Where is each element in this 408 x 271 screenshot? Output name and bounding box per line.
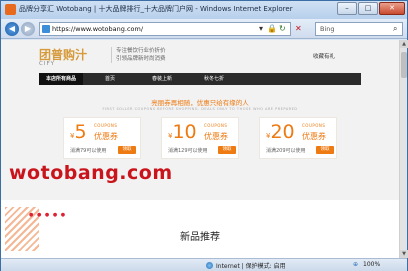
address-input[interactable]: https://www.wotobang.com/ [39,22,291,36]
site-slogan: 专注餐饮行业价折价 引领品牌新时尚消费 [111,47,166,63]
vertical-scrollbar[interactable]: ▲ ▼ [399,40,408,258]
refresh-icon[interactable]: ↻ [279,24,286,34]
site-header: 团普购汁 CIFY 专注餐饮行业价折价 引领品牌新时尚消费 [39,44,179,70]
slogan-line-1: 专注餐饮行业价折价 [116,48,166,54]
nav-home[interactable]: 首页 [85,73,135,85]
favorite-link[interactable]: 收藏有礼 [313,52,335,60]
coupon-label: COUPONS [302,123,326,128]
site-nav: 本店所有商品 首页 春装上新 秋冬七折 [39,73,361,85]
nav-autumn-sale[interactable]: 秋冬七折 [189,73,239,85]
coupon-amount: ¥20 [266,121,295,143]
coupon-card[interactable]: ¥10 COUPONS 优惠券 消满129可以使用 领取 [161,117,239,159]
coupon-banner-subtitle: FIRST SOLLER COUPONS BEFORE SHOPPING. DE… [102,107,298,111]
watermark-text: wotobang.com [9,162,173,184]
lock-icon[interactable]: 🔒 [267,24,277,34]
coupon-name: 优惠券 [302,132,326,141]
url-text: https://www.wotobang.com/ [52,25,144,33]
search-input[interactable]: Bing [315,22,403,36]
zoom-icon[interactable]: ⊕ [353,261,358,268]
scroll-down-arrow-icon[interactable]: ▼ [400,250,408,258]
coupon-name: 优惠券 [94,132,118,141]
coupon-card[interactable]: ¥20 COUPONS 优惠券 消满209可以使用 领取 [259,117,337,159]
search-placeholder: Bing [320,25,335,33]
stop-icon[interactable]: ✕ [295,24,302,34]
coupon-amount: ¥5 [70,121,87,143]
scroll-up-arrow-icon[interactable]: ▲ [400,40,408,48]
coupon-condition: 消满209可以使用 [266,148,306,154]
claim-coupon-button[interactable]: 领取 [218,146,236,154]
coupon-condition: 消满79可以使用 [70,148,107,154]
security-zone-text[interactable]: Internet | 保护模式: 启用 [216,261,286,270]
minimize-button[interactable]: – [337,2,357,15]
internet-zone-icon [206,262,213,269]
nav-all-products[interactable]: 本店所有商品 [39,73,83,85]
address-toolbar: ◀ ▶ https://www.wotobang.com/ ▾ 🔒 ↻ ✕ Bi… [1,19,407,39]
nav-spring-new[interactable]: 春装上新 [137,73,187,85]
claim-coupon-button[interactable]: 领取 [316,146,334,154]
coupon-card[interactable]: ¥5 COUPONS 优惠券 消满79可以使用 领取 [63,117,141,159]
ie-window: 品牌分享汇 Wotobang | 十大品牌排行_十大品牌门户网 - Window… [0,0,408,271]
decorative-dots: ● ● ● ● ● [29,212,67,218]
coupon-label: COUPONS [94,123,118,128]
coupon-banner-title: 亮丽券再相随，优惠只给有缘的人 [151,99,249,107]
coupon-amount: ¥10 [168,121,197,143]
page-content: 团普购汁 CIFY 专注餐饮行业价折价 引领品牌新时尚消费 收藏有礼 本店所有商… [1,40,399,258]
coupon-condition: 消满129可以使用 [168,148,208,154]
claim-coupon-button[interactable]: 领取 [118,146,136,154]
back-button[interactable]: ◀ [5,22,19,36]
zoom-level[interactable]: 100% [363,261,380,268]
site-favicon-icon [5,4,16,15]
section-title-new-products: 新品推荐 [180,232,220,243]
scrollbar-thumb[interactable] [401,52,407,78]
window-title: 品牌分享汇 Wotobang | 十大品牌排行_十大品牌门户网 - Window… [19,5,293,13]
coupon-name: 优惠券 [204,132,228,141]
title-bar: 品牌分享汇 Wotobang | 十大品牌排行_十大品牌门户网 - Window… [1,1,407,19]
coupon-label: COUPONS [204,123,228,128]
close-button[interactable]: ✕ [379,2,405,15]
slogan-line-2: 引领品牌新时尚消费 [116,56,166,62]
dropdown-icon[interactable]: ▾ [259,24,263,34]
forward-button[interactable]: ▶ [21,22,35,36]
status-bar: Internet | 保护模式: 启用 ⊕ 100% [1,258,407,271]
page-icon [42,25,50,33]
site-logo-sub: CIFY [39,61,55,67]
maximize-button[interactable]: □ [358,2,378,15]
search-icon[interactable]: ⌕ [393,24,397,34]
